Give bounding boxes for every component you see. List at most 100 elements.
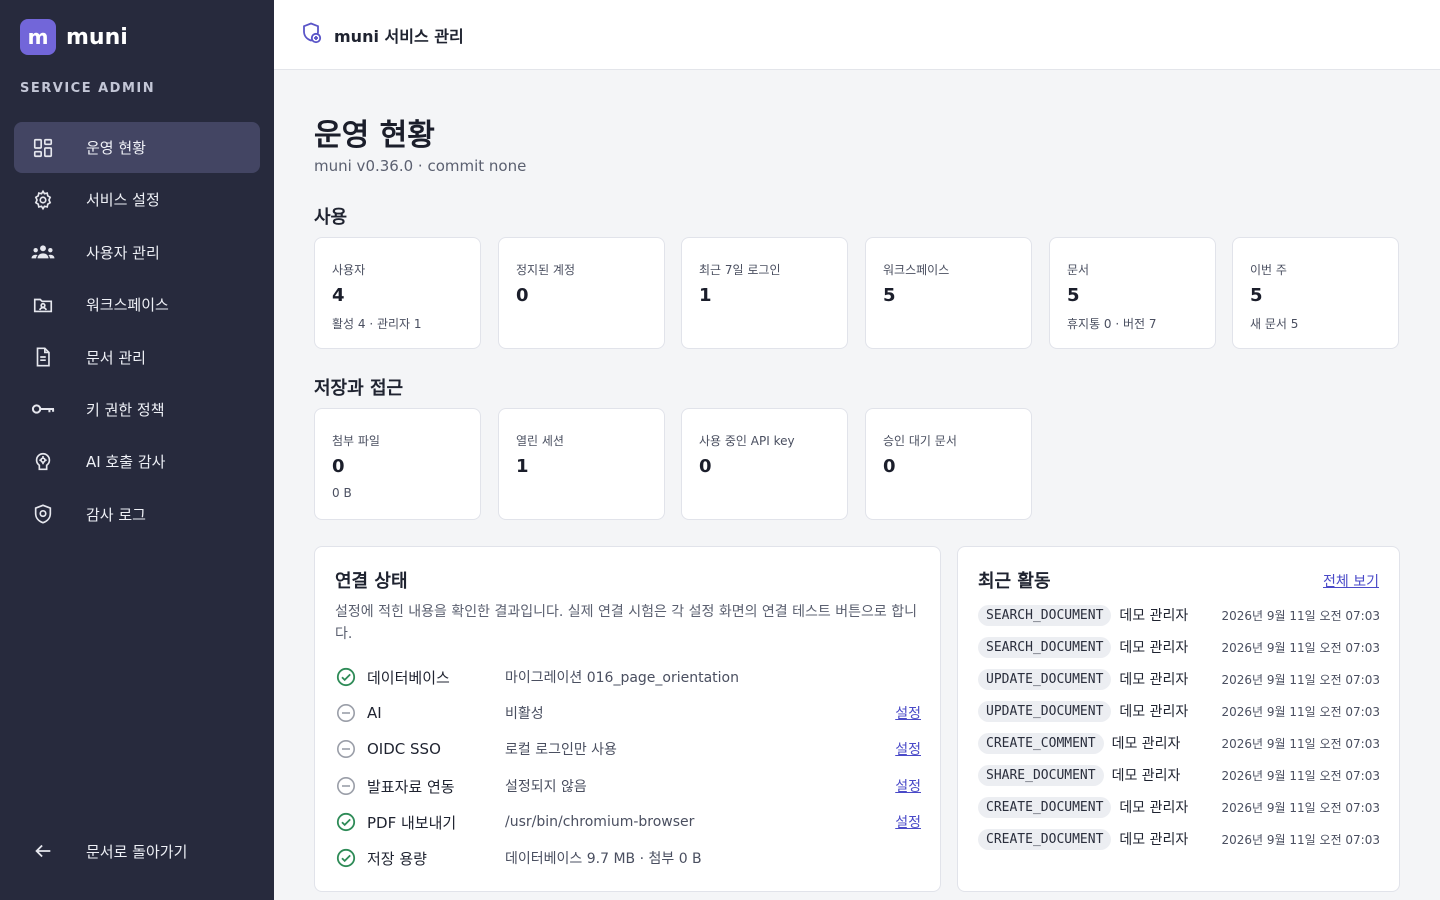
activity-time: 2026년 9월 11일 오전 07:03 — [1221, 640, 1380, 655]
stat-label: 첨부 파일 — [332, 434, 380, 448]
connection-name: 데이터베이스 — [367, 668, 450, 687]
stat-card-sessions: 열린 세션 1 — [498, 408, 665, 520]
sidebar-item-users[interactable]: 사용자 관리 — [14, 227, 260, 278]
activity-time: 2026년 9월 11일 오전 07:03 — [1221, 672, 1380, 687]
activity-time: 2026년 9월 11일 오전 07:03 — [1221, 832, 1380, 847]
activity-row[interactable]: SHARE_DOCUMENT 데모 관리자 2026년 9월 11일 오전 07… — [978, 762, 1380, 788]
sidebar-item-workspaces[interactable]: 워크스페이스 — [14, 279, 260, 330]
check-circle-icon — [335, 666, 357, 688]
connection-row-oidc: OIDC SSO 로컬 로그인만 사용 설정 — [335, 736, 921, 762]
minus-circle-icon — [335, 702, 357, 724]
activity-user: 데모 관리자 — [1111, 768, 1181, 784]
connection-row-ai: AI 비활성 설정 — [335, 700, 921, 726]
see-all-link[interactable]: 전체 보기 — [1323, 571, 1379, 591]
back-to-documents-link[interactable]: 문서로 돌아가기 — [30, 838, 187, 864]
sidebar-item-audit-log[interactable]: 감사 로그 — [14, 489, 260, 540]
connection-description: 설정에 적힌 내용을 확인한 결과입니다. 실제 연결 시험은 각 설정 화면의… — [335, 604, 917, 642]
key-icon — [30, 396, 56, 422]
document-icon — [30, 344, 56, 370]
action-badge: CREATE_DOCUMENT — [978, 828, 1112, 850]
stat-value: 0 — [883, 456, 896, 477]
minus-circle-icon — [335, 738, 357, 760]
stat-label: 문서 — [1067, 263, 1090, 277]
stat-label: 사용 중인 API key — [699, 434, 795, 448]
connection-status-panel: 연결 상태 설정에 적힌 내용을 확인한 결과입니다. 실제 연결 시험은 각 … — [314, 546, 941, 892]
stat-value: 0 — [516, 285, 529, 306]
presentation-settings-link[interactable]: 설정 — [895, 776, 921, 796]
brand-subtitle: SERVICE ADMIN — [20, 81, 156, 96]
stat-value: 0 — [332, 456, 345, 477]
connection-detail: 비활성 — [505, 706, 544, 722]
sidebar: m muni SERVICE ADMIN 운영 현황 서비스 설정 사용자 관리 — [0, 0, 274, 900]
connection-row-pdf-export: PDF 내보내기 /usr/bin/chromium-browser 설정 — [335, 809, 921, 835]
brand-name: muni — [66, 24, 128, 50]
stat-label: 최근 7일 로그인 — [699, 263, 781, 277]
page-title: 운영 현황 — [314, 118, 435, 153]
connection-detail: /usr/bin/chromium-browser — [505, 814, 695, 830]
connection-detail: 마이그레이션 016_page_orientation — [505, 670, 740, 686]
stat-label: 정지된 계정 — [516, 263, 576, 277]
top-header: muni 서비스 관리 — [274, 0, 1440, 70]
activity-time: 2026년 9월 11일 오전 07:03 — [1221, 768, 1380, 783]
check-circle-icon — [335, 847, 357, 869]
activity-time: 2026년 9월 11일 오전 07:03 — [1221, 736, 1380, 751]
activity-row[interactable]: SEARCH_DOCUMENT 데모 관리자 2026년 9월 11일 오전 0… — [978, 634, 1380, 660]
connection-name: PDF 내보내기 — [367, 813, 457, 832]
activity-user: 데모 관리자 — [1111, 736, 1181, 752]
stat-value: 4 — [332, 285, 345, 306]
section-title-usage: 사용 — [314, 207, 348, 228]
sidebar-item-label: AI 호출 감사 — [86, 453, 166, 472]
stat-card-documents: 문서 5 휴지통 0 · 버전 7 — [1049, 237, 1216, 349]
users-icon — [30, 239, 56, 265]
activity-row[interactable]: CREATE_COMMENT 데모 관리자 2026년 9월 11일 오전 07… — [978, 730, 1380, 756]
activity-row[interactable]: CREATE_DOCUMENT 데모 관리자 2026년 9월 11일 오전 0… — [978, 826, 1380, 852]
pdf-settings-link[interactable]: 설정 — [895, 812, 921, 832]
activity-row[interactable]: UPDATE_DOCUMENT 데모 관리자 2026년 9월 11일 오전 0… — [978, 698, 1380, 724]
arrow-left-icon — [30, 838, 56, 864]
stat-value: 5 — [1250, 285, 1263, 306]
connection-name: 저장 용량 — [367, 849, 427, 868]
ai-settings-link[interactable]: 설정 — [895, 703, 921, 723]
sidebar-nav: 운영 현황 서비스 설정 사용자 관리 워크스페이스 문서 관리 키 권한 정책… — [14, 122, 260, 541]
ai-brain-icon — [30, 449, 56, 475]
brand[interactable]: m muni — [20, 19, 128, 55]
sidebar-item-label: 서비스 설정 — [86, 191, 160, 210]
connection-row-database: 데이터베이스 마이그레이션 016_page_orientation — [335, 664, 921, 690]
stat-value: 5 — [883, 285, 896, 306]
activity-row[interactable]: CREATE_DOCUMENT 데모 관리자 2026년 9월 11일 오전 0… — [978, 794, 1380, 820]
gear-icon — [30, 187, 56, 213]
connection-name: 발표자료 연동 — [367, 777, 455, 796]
stat-card-suspended: 정지된 계정 0 — [498, 237, 665, 349]
sidebar-item-dashboard[interactable]: 운영 현황 — [14, 122, 260, 173]
sidebar-item-label: 감사 로그 — [86, 505, 146, 524]
stat-value: 1 — [516, 456, 529, 477]
activity-row[interactable]: SEARCH_DOCUMENT 데모 관리자 2026년 9월 11일 오전 0… — [978, 602, 1380, 628]
stat-card-this-week: 이번 주 5 새 문서 5 — [1232, 237, 1399, 349]
activity-user: 데모 관리자 — [1119, 672, 1189, 688]
sidebar-item-documents[interactable]: 문서 관리 — [14, 332, 260, 383]
stat-value: 1 — [699, 285, 712, 306]
service-shield-icon — [300, 21, 324, 49]
sidebar-item-ai-audit[interactable]: AI 호출 감사 — [14, 436, 260, 487]
stat-card-api-keys: 사용 중인 API key 0 — [681, 408, 848, 520]
activity-user: 데모 관리자 — [1119, 640, 1189, 656]
sidebar-item-service-settings[interactable]: 서비스 설정 — [14, 174, 260, 225]
sidebar-item-label: 워크스페이스 — [86, 296, 169, 315]
version-info: muni v0.36.0 · commit none — [314, 157, 527, 175]
connection-detail: 로컬 로그인만 사용 — [505, 742, 617, 758]
stat-label: 승인 대기 문서 — [883, 434, 957, 448]
stat-label: 열린 세션 — [516, 434, 564, 448]
sidebar-item-key-policy[interactable]: 키 권한 정책 — [14, 384, 260, 435]
connection-row-storage: 저장 용량 데이터베이스 9.7 MB · 첨부 0 B — [335, 845, 921, 871]
activity-user: 데모 관리자 — [1119, 608, 1189, 624]
activity-time: 2026년 9월 11일 오전 07:03 — [1221, 704, 1380, 719]
connection-row-presentation: 발표자료 연동 설정되지 않음 설정 — [335, 773, 921, 799]
oidc-settings-link[interactable]: 설정 — [895, 739, 921, 759]
activity-row[interactable]: UPDATE_DOCUMENT 데모 관리자 2026년 9월 11일 오전 0… — [978, 666, 1380, 692]
stat-note: 활성 4 · 관리자 1 — [332, 317, 422, 331]
sidebar-item-label: 운영 현황 — [86, 139, 146, 157]
dashboard-icon — [30, 135, 56, 161]
stat-note: 새 문서 5 — [1250, 317, 1299, 331]
connection-detail: 데이터베이스 9.7 MB · 첨부 0 B — [505, 851, 702, 867]
action-badge: CREATE_COMMENT — [978, 732, 1104, 754]
